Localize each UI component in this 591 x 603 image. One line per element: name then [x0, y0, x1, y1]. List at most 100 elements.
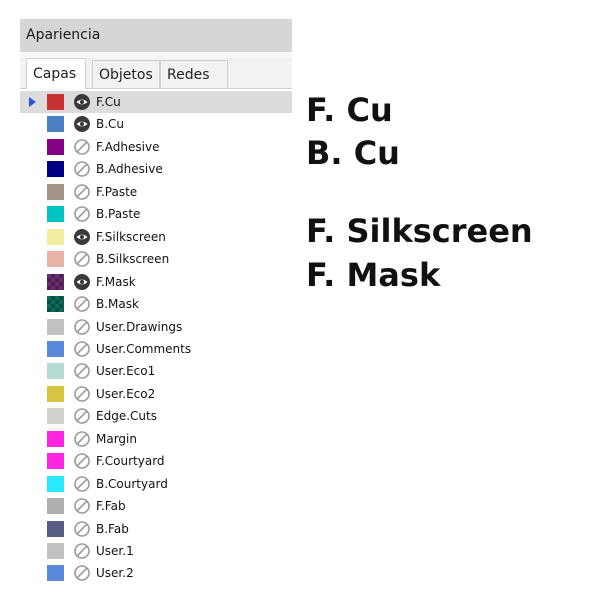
layer-row-f-paste[interactable]: F.Paste: [20, 181, 292, 203]
tab-redes[interactable]: Redes: [160, 60, 228, 88]
layer-name: F.Adhesive: [96, 139, 160, 154]
layer-name: F.Courtyard: [96, 454, 165, 469]
layer-name: User.Drawings: [96, 319, 183, 334]
layer-name: F.Fab: [96, 499, 126, 514]
appearance-panel: Apariencia Capas Objetos Redes F.Cu B.Cu F…: [20, 19, 292, 581]
layer-color-swatch[interactable]: [47, 453, 64, 470]
layer-row-user-comments[interactable]: User.Comments: [20, 338, 292, 360]
layer-color-swatch[interactable]: [47, 543, 64, 559]
layer-name: B.Fab: [96, 521, 129, 536]
annotation-b-cu: B. Cu: [306, 134, 400, 172]
eye-off-icon[interactable]: [73, 564, 91, 581]
layer-color-swatch[interactable]: [47, 475, 64, 492]
layer-row-b-cu[interactable]: B.Cu: [20, 113, 292, 135]
layer-color-swatch[interactable]: [47, 363, 64, 380]
annotation-f-cu: F. Cu: [306, 91, 393, 129]
layer-row-user-2[interactable]: User.2: [20, 562, 292, 581]
layer-row-f-silkscreen[interactable]: F.Silkscreen: [20, 226, 292, 248]
layer-row-b-fab[interactable]: B.Fab: [20, 518, 292, 540]
layer-name: User.2: [96, 566, 134, 581]
eye-off-icon[interactable]: [73, 295, 91, 313]
eye-off-icon[interactable]: [73, 362, 91, 380]
layer-color-swatch[interactable]: [47, 565, 64, 581]
eye-off-icon[interactable]: [73, 160, 91, 178]
eye-off-icon[interactable]: [73, 138, 91, 156]
layer-row-user-eco2[interactable]: User.Eco2: [20, 383, 292, 405]
layer-color-swatch[interactable]: [47, 116, 64, 133]
layer-row-f-adhesive[interactable]: F.Adhesive: [20, 136, 292, 158]
layer-color-swatch[interactable]: [47, 228, 64, 245]
layer-name: B.Silkscreen: [96, 252, 170, 267]
layer-color-swatch[interactable]: [47, 251, 64, 268]
eye-off-icon[interactable]: [73, 183, 91, 201]
layer-color-swatch[interactable]: [47, 273, 64, 290]
layer-row-user-drawings[interactable]: User.Drawings: [20, 316, 292, 338]
layer-row-b-courtyard[interactable]: B.Courtyard: [20, 473, 292, 495]
layer-color-swatch[interactable]: [47, 206, 64, 223]
layer-list: F.Cu B.Cu F.Adhesive B.Adhesive F.Paste B.Pas…: [20, 89, 292, 581]
layer-row-b-paste[interactable]: B.Paste: [20, 203, 292, 225]
layer-color-swatch[interactable]: [47, 296, 64, 313]
layer-name: F.Mask: [96, 274, 136, 289]
layer-color-swatch[interactable]: [47, 318, 64, 335]
layer-row-edge-cuts[interactable]: Edge.Cuts: [20, 405, 292, 427]
layer-color-swatch[interactable]: [47, 94, 64, 110]
annotation-f-silkscreen: F. Silkscreen: [306, 212, 533, 250]
eye-off-icon[interactable]: [73, 407, 91, 425]
eye-off-icon[interactable]: [73, 542, 91, 560]
layer-name: B.Adhesive: [96, 162, 163, 177]
eye-off-icon[interactable]: [73, 205, 91, 223]
layer-name: B.Cu: [96, 117, 125, 132]
current-layer-arrow-icon: [29, 97, 36, 107]
eye-off-icon[interactable]: [73, 250, 91, 268]
layer-name: B.Mask: [96, 297, 139, 312]
layer-name: F.Paste: [96, 184, 138, 199]
layer-name: User.1: [96, 544, 134, 558]
layer-row-user-1[interactable]: User.1: [20, 540, 292, 562]
eye-off-icon[interactable]: [73, 318, 91, 336]
layer-color-swatch[interactable]: [47, 183, 64, 200]
tab-bar: Capas Objetos Redes: [20, 58, 292, 89]
layer-row-user-eco1[interactable]: User.Eco1: [20, 360, 292, 382]
layer-row-f-fab[interactable]: F.Fab: [20, 495, 292, 517]
layer-row-b-mask[interactable]: B.Mask: [20, 293, 292, 315]
layer-name: F.Silkscreen: [96, 229, 166, 244]
layer-color-swatch[interactable]: [47, 340, 64, 357]
eye-icon[interactable]: [73, 115, 91, 133]
eye-icon[interactable]: [73, 228, 91, 246]
layer-color-swatch[interactable]: [47, 520, 64, 537]
layer-row-f-cu[interactable]: F.Cu: [20, 91, 292, 113]
layer-row-f-mask[interactable]: F.Mask: [20, 271, 292, 293]
tab-objetos[interactable]: Objetos: [92, 60, 160, 88]
layer-name: User.Eco1: [96, 364, 156, 379]
layer-color-swatch[interactable]: [47, 408, 64, 425]
layer-name: F.Cu: [96, 95, 121, 109]
eye-off-icon[interactable]: [73, 340, 91, 358]
layer-name: User.Eco2: [96, 386, 156, 401]
layer-name: User.Comments: [96, 341, 192, 356]
layer-name: Margin: [96, 431, 137, 446]
layer-name: B.Courtyard: [96, 476, 168, 491]
layer-name: Edge.Cuts: [96, 409, 157, 424]
eye-off-icon[interactable]: [73, 430, 91, 448]
eye-off-icon[interactable]: [73, 497, 91, 515]
layer-row-b-silkscreen[interactable]: B.Silkscreen: [20, 248, 292, 270]
layer-row-f-courtyard[interactable]: F.Courtyard: [20, 450, 292, 472]
layer-row-margin[interactable]: Margin: [20, 428, 292, 450]
tab-capas[interactable]: Capas: [26, 58, 86, 89]
eye-off-icon[interactable]: [73, 520, 91, 538]
eye-icon[interactable]: [73, 93, 91, 111]
eye-off-icon[interactable]: [73, 385, 91, 403]
panel-title: Apariencia: [20, 19, 292, 52]
eye-off-icon[interactable]: [73, 452, 91, 470]
layer-row-b-adhesive[interactable]: B.Adhesive: [20, 158, 292, 180]
layer-color-swatch[interactable]: [47, 161, 64, 178]
layer-color-swatch[interactable]: [47, 430, 64, 447]
layer-name: B.Paste: [96, 207, 141, 222]
eye-off-icon[interactable]: [73, 475, 91, 493]
layer-color-swatch[interactable]: [47, 138, 64, 155]
layer-color-swatch[interactable]: [47, 385, 64, 402]
layer-color-swatch[interactable]: [47, 498, 64, 515]
eye-icon[interactable]: [73, 273, 91, 291]
annotation-f-mask: F. Mask: [306, 256, 441, 294]
